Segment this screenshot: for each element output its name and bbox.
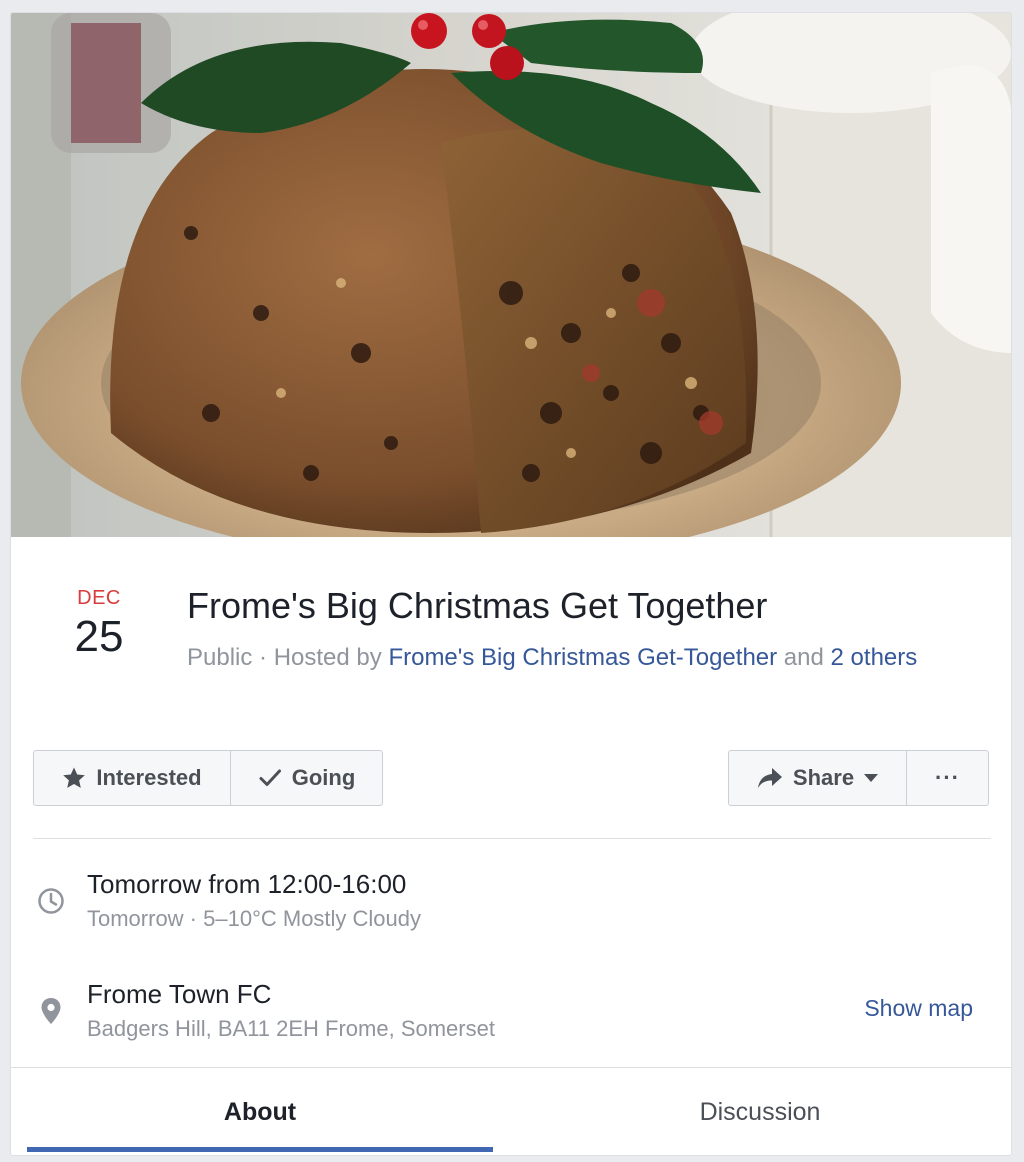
section-divider <box>33 838 991 839</box>
tab-discussion[interactable]: Discussion <box>511 1068 1009 1155</box>
interested-label: Interested <box>96 765 202 790</box>
others-link[interactable]: 2 others <box>831 644 918 671</box>
hosted-by-prefix: Hosted by <box>273 644 389 671</box>
event-time[interactable]: Tomorrow from 12:00-16:00 <box>87 869 406 900</box>
share-arrow-icon <box>757 767 783 789</box>
event-weather: Tomorrow · 5–10°C Mostly Cloudy <box>87 906 422 931</box>
going-button[interactable]: Going <box>230 751 382 805</box>
active-tab-indicator <box>27 1147 493 1152</box>
event-date: DEC 25 <box>51 587 147 662</box>
event-meta: Public · Hosted by Frome's Big Christmas… <box>187 640 977 676</box>
interested-button[interactable]: Interested <box>34 751 230 805</box>
host-link[interactable]: Frome's Big Christmas Get-Together <box>388 644 777 671</box>
show-map-link[interactable]: Show map <box>864 995 973 1022</box>
event-title: Frome's Big Christmas Get Together <box>187 585 768 626</box>
caret-down-icon <box>864 773 879 783</box>
share-label: Share <box>792 765 855 790</box>
and-text: and <box>777 644 831 671</box>
venue-address: Badgers Hill, BA11 2EH Frome, Somerset <box>87 1016 495 1041</box>
event-date-day: 25 <box>74 612 124 661</box>
event-date-month: DEC <box>77 587 121 609</box>
meta-separator: · <box>252 644 274 671</box>
going-label: Going <box>291 765 356 790</box>
clock-icon <box>37 887 65 920</box>
event-card: DEC 25 Frome's Big Christmas Get Togethe… <box>10 12 1012 1156</box>
venue-name[interactable]: Frome Town FC <box>87 979 271 1010</box>
rsvp-button-group: Interested Going <box>33 750 383 806</box>
star-icon <box>62 766 86 790</box>
share-button-group: Share ··· <box>728 750 989 806</box>
map-pin-icon <box>40 997 62 1030</box>
privacy-label: Public <box>187 644 253 671</box>
checkmark-icon <box>258 766 282 790</box>
pudding-illustration <box>11 13 1011 537</box>
share-button[interactable]: Share <box>729 751 906 805</box>
more-options-button[interactable]: ··· <box>906 751 988 805</box>
cover-photo[interactable] <box>11 13 1011 537</box>
tab-about[interactable]: About <box>27 1068 493 1155</box>
